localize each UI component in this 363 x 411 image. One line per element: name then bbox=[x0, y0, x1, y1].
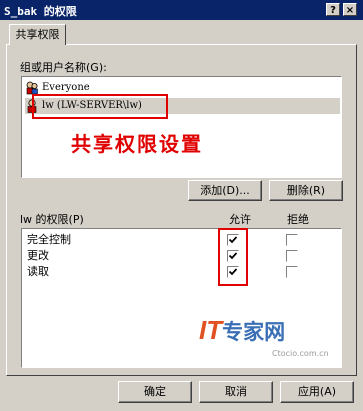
cancel-button[interactable]: 取消 bbox=[199, 381, 273, 403]
users-list[interactable]: Everyone lw (LW-SERVER\lw) 共享权限设置 bbox=[21, 76, 342, 178]
close-button[interactable]: × bbox=[343, 3, 357, 16]
deny-full-control-checkbox[interactable] bbox=[286, 234, 298, 246]
highlight-box-allow bbox=[218, 228, 248, 286]
annotation-text: 共享权限设置 bbox=[71, 132, 203, 156]
deny-change-checkbox[interactable] bbox=[286, 250, 298, 262]
permission-row-read: 读取 bbox=[27, 264, 49, 280]
watermark-site: Ctocio.com.cn bbox=[272, 349, 329, 358]
watermark-it: IT bbox=[199, 315, 223, 345]
permission-name: 读取 bbox=[27, 265, 49, 278]
apply-button-label: 应用(A) bbox=[297, 385, 337, 398]
permission-name: 更改 bbox=[27, 249, 49, 262]
ok-button[interactable]: 确定 bbox=[118, 381, 192, 403]
help-icon: ? bbox=[330, 5, 336, 16]
add-button[interactable]: 添加(D)... bbox=[188, 180, 262, 201]
watermark-text: 专家网 bbox=[222, 320, 286, 344]
title-bar: S_bak 的权限 ? × bbox=[0, 0, 363, 20]
tab-panel: 组或用户名称(G): Everyone lw (LW-SERVER\lw) 共享… bbox=[6, 44, 357, 376]
add-button-label: 添加(D)... bbox=[200, 184, 250, 197]
close-icon: × bbox=[345, 5, 355, 16]
permissions-list: 完全控制 更改 读取 bbox=[21, 228, 342, 368]
permission-row-change: 更改 bbox=[27, 248, 49, 264]
apply-button[interactable]: 应用(A) bbox=[280, 381, 354, 403]
tab-label: 共享权限 bbox=[15, 28, 60, 41]
user-group-icon bbox=[25, 81, 39, 95]
highlight-box-user bbox=[32, 94, 168, 119]
deny-header: 拒绝 bbox=[287, 213, 309, 226]
tab-share-permissions[interactable]: 共享权限 bbox=[9, 24, 66, 45]
allow-header: 允许 bbox=[229, 213, 251, 226]
cancel-button-label: 取消 bbox=[225, 385, 247, 398]
help-button[interactable]: ? bbox=[326, 3, 340, 16]
deny-read-checkbox[interactable] bbox=[286, 266, 298, 278]
watermark: IT专家网 bbox=[199, 315, 285, 346]
users-group-label: 组或用户名称(G): bbox=[20, 61, 107, 74]
window-title: S_bak 的权限 bbox=[4, 5, 77, 18]
permissions-label: lw 的权限(P) bbox=[20, 213, 84, 226]
ok-button-label: 确定 bbox=[144, 385, 166, 398]
remove-button[interactable]: 删除(R) bbox=[269, 180, 343, 201]
permission-name: 完全控制 bbox=[27, 233, 71, 246]
permission-row-full-control: 完全控制 bbox=[27, 232, 71, 248]
remove-button-label: 删除(R) bbox=[286, 184, 326, 197]
